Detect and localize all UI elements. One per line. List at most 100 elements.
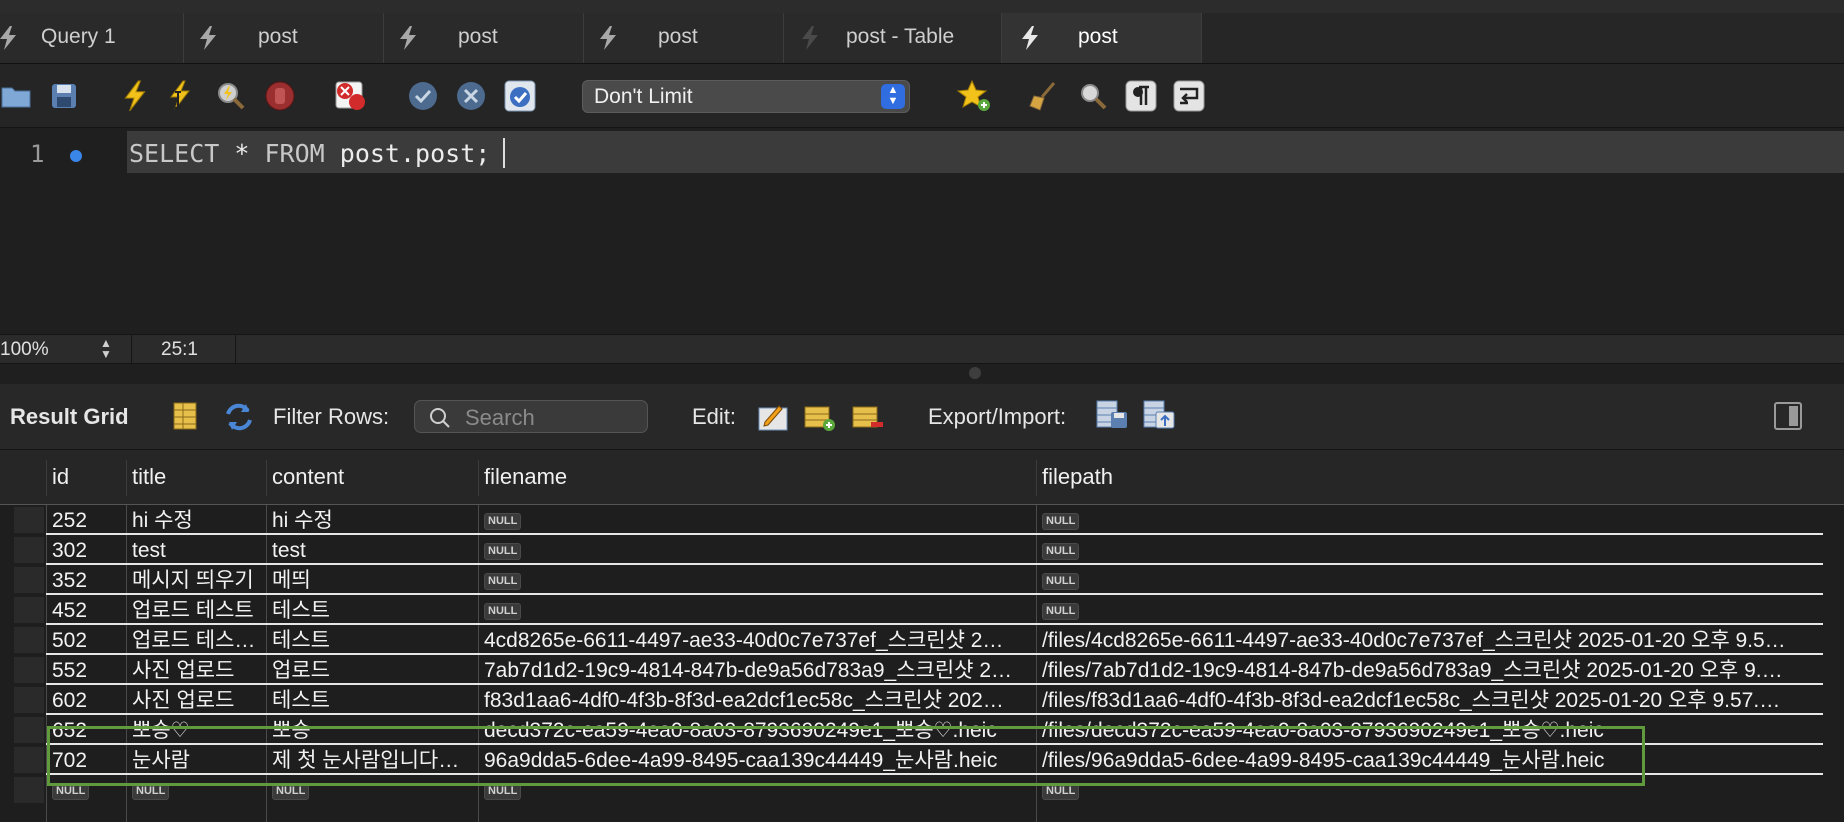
explain-button[interactable] [212,78,248,114]
autocommit-toggle-button[interactable] [502,78,538,114]
execute-current-statement-button[interactable] [164,78,200,114]
cell-filename[interactable]: NULL [484,507,1032,535]
show-invisibles-button[interactable] [1123,78,1159,114]
cell-filepath[interactable]: NULL [1042,567,1822,595]
column-header-filename[interactable]: filename [484,464,567,490]
save-button[interactable] [46,78,82,114]
find-replace-button[interactable] [1075,78,1111,114]
add-row-icon[interactable] [803,400,837,434]
cell-filepath[interactable]: NULL [1042,597,1822,625]
table-row[interactable]: 552 사진 업로드 업로드 7ab7d1d2-19c9-4814-847b-de9a… [0,655,1844,685]
cell-filepath[interactable]: /files/7ab7d1d2-19c9-4814-847b-de9a56d78… [1042,657,1822,685]
open-file-button[interactable] [0,78,34,114]
table-row[interactable]: 252 hi 수정 hi 수정 NULL NULL [0,505,1844,535]
result-grid[interactable]: id title content filename filepath 252 hi… [0,450,1844,822]
cell-content[interactable]: test [272,537,476,565]
row-header[interactable] [14,507,44,533]
cell-filepath[interactable]: NULL [1042,507,1822,535]
null-badge: NULL [484,572,522,590]
cell-filename[interactable]: NULL [484,597,1032,625]
cell-filename[interactable]: NULL [484,537,1032,565]
magnifier-icon [1081,84,1107,110]
cell-content[interactable]: 테스트 [272,687,476,715]
cell-title[interactable]: 사진 업로드 [132,657,264,685]
cell-filepath[interactable]: NULL [1042,537,1822,565]
cell-filename[interactable]: 7ab7d1d2-19c9-4814-847b-de9a56d783a9_스크린… [484,657,1032,685]
cell-id[interactable]: 552 [52,657,124,685]
execute-button[interactable] [117,78,153,114]
cell-title[interactable]: 업로드 테스트 [132,597,264,625]
column-header-title[interactable]: title [132,464,166,490]
cell-content[interactable]: 메띄 [272,567,476,595]
toggle-side-panel-icon[interactable] [1774,402,1802,430]
cell-id[interactable]: 502 [52,627,124,655]
panel-splitter[interactable] [0,364,1844,384]
cell-filepath[interactable]: /files/4cd8265e-6611-4497-ae33-40d0c7e73… [1042,627,1822,655]
filter-rows-search-input[interactable]: Search [414,400,648,433]
cell-content[interactable]: hi 수정 [272,507,476,535]
cell-title[interactable]: 메시지 띄우기 [132,567,264,595]
tab-query-1[interactable]: Query 1 [0,13,184,63]
sql-statement[interactable]: SELECT * FROM post.post; [129,139,490,168]
tab-post-2[interactable]: post [384,13,584,63]
grid-layout-icon[interactable] [170,400,204,434]
cell-filename[interactable]: f83d1aa6-4df0-4f3b-8f3d-ea2dcf1ec58c_스크린… [484,687,1032,715]
cell-id[interactable]: 302 [52,537,124,565]
zoom-stepper-icon[interactable]: ▲ ▼ [100,337,112,360]
lightning-icon [200,26,216,50]
column-header-id[interactable]: id [52,464,69,490]
cell-id[interactable]: 252 [52,507,124,535]
table-row[interactable]: 602 사진 업로드 테스트 f83d1aa6-4df0-4f3b-8f3d-ea2d… [0,685,1844,715]
cell-id[interactable]: 602 [52,687,124,715]
cell-title[interactable]: hi 수정 [132,507,264,535]
column-divider [1036,460,1037,496]
tab-post-active[interactable]: post [1002,13,1202,63]
cell-id[interactable]: 352 [52,567,124,595]
tab-post-3[interactable]: post [584,13,784,63]
add-snippet-button[interactable] [956,78,992,114]
cell-id[interactable]: 452 [52,597,124,625]
commit-button[interactable] [405,78,441,114]
cell-filepath[interactable]: /files/f83d1aa6-4df0-4f3b-8f3d-ea2dcf1ec… [1042,687,1822,715]
table-row[interactable]: 352 메시지 띄우기 메띄 NULL NULL [0,565,1844,595]
tab-post-table[interactable]: post - Table [784,13,1002,63]
row-header[interactable] [14,657,44,683]
limit-rows-select[interactable]: Don't Limit ▲ ▼ [582,80,910,113]
stop-button[interactable] [262,78,298,114]
refresh-icon[interactable] [222,400,256,434]
row-header[interactable] [14,567,44,593]
edit-row-icon[interactable] [756,400,790,434]
row-header[interactable] [14,627,44,653]
cell-filename[interactable]: 4cd8265e-6611-4497-ae33-40d0c7e737ef_스크린… [484,627,1032,655]
row-header[interactable] [14,747,44,773]
cell-filename[interactable]: NULL [484,567,1032,595]
splitter-handle-icon[interactable] [969,367,981,379]
column-header-filepath[interactable]: filepath [1042,464,1113,490]
rollback-button[interactable] [453,78,489,114]
cell-content[interactable]: 테스트 [272,627,476,655]
row-header[interactable] [14,687,44,713]
row-header[interactable] [14,537,44,563]
cell-title[interactable]: 업로드 테스… [132,627,264,655]
row-header[interactable] [14,717,44,743]
beautify-button[interactable] [1027,78,1063,114]
import-icon[interactable] [1142,398,1176,432]
table-row[interactable]: 302 test test NULL NULL [0,535,1844,565]
row-header[interactable] [14,597,44,623]
delete-row-icon[interactable] [851,400,885,434]
cell-title[interactable]: 사진 업로드 [132,687,264,715]
sql-editor[interactable]: 1 SELECT * FROM post.post; [0,128,1844,334]
toggle-stop-on-error-button[interactable] [333,78,369,114]
cell-title[interactable]: test [132,537,264,565]
export-icon[interactable] [1095,398,1129,432]
cell-content[interactable]: 테스트 [272,597,476,625]
column-header-content[interactable]: content [272,464,344,490]
divider [235,335,236,365]
zoom-level[interactable]: 100% [0,339,49,361]
row-header[interactable] [14,777,44,803]
table-row[interactable]: 452 업로드 테스트 테스트 NULL NULL [0,595,1844,625]
tab-post-1[interactable]: post [184,13,384,63]
word-wrap-button[interactable] [1171,78,1207,114]
table-row[interactable]: 502 업로드 테스… 테스트 4cd8265e-6611-4497-ae33-40d… [0,625,1844,655]
cell-content[interactable]: 업로드 [272,657,476,685]
